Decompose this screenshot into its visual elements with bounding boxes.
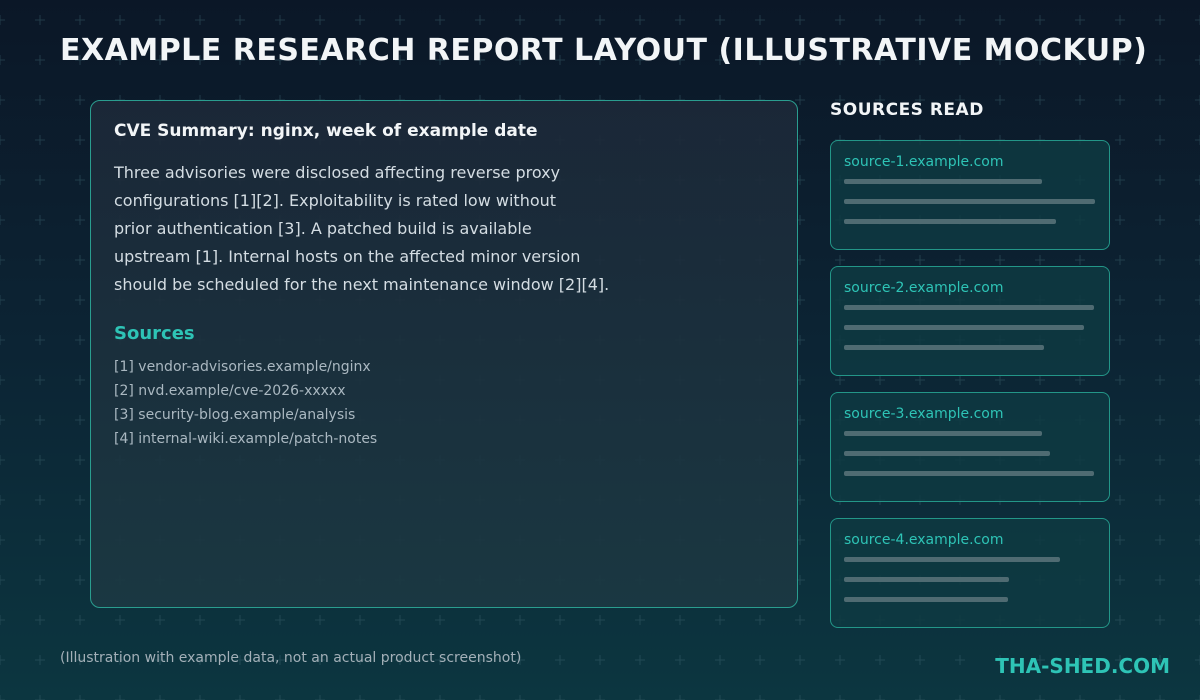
placeholder-text-line (844, 199, 1095, 204)
source-citation: [3] security-blog.example/analysis (114, 407, 356, 423)
source-citation: [2] nvd.example/cve-2026-xxxxx (114, 383, 346, 399)
source-card-title: source-4.example.com (844, 532, 1004, 548)
report-panel: CVE Summary: nginx, week of example date… (90, 100, 798, 608)
report-heading: CVE Summary: nginx, week of example date (114, 121, 538, 141)
placeholder-text-line (844, 597, 1008, 602)
source-card[interactable]: source-1.example.com (830, 140, 1110, 250)
placeholder-text-line (844, 179, 1042, 184)
placeholder-text-line (844, 431, 1042, 436)
source-card[interactable]: source-4.example.com (830, 518, 1110, 628)
sources-list: [1] vendor-advisories.example/nginx [2] … (114, 355, 377, 451)
source-card-title: source-3.example.com (844, 406, 1004, 422)
placeholder-text-line (844, 471, 1094, 476)
report-body: Three advisories were disclosed affectin… (114, 159, 609, 299)
source-card[interactable]: source-3.example.com (830, 392, 1110, 502)
placeholder-text-line (844, 325, 1084, 330)
brand-watermark: THA-SHED.COM (995, 654, 1170, 678)
page-title: EXAMPLE RESEARCH REPORT LAYOUT (ILLUSTRA… (60, 33, 1148, 68)
placeholder-text-line (844, 557, 1060, 562)
source-card[interactable]: source-2.example.com (830, 266, 1110, 376)
illustration-disclaimer: (Illustration with example data, not an … (60, 650, 522, 666)
source-citation: [1] vendor-advisories.example/nginx (114, 359, 371, 375)
placeholder-text-line (844, 451, 1050, 456)
report-body-line: Three advisories were disclosed affectin… (114, 163, 561, 182)
placeholder-text-line (844, 305, 1094, 310)
source-citation: [4] internal-wiki.example/patch-notes (114, 431, 378, 447)
placeholder-text-line (844, 345, 1044, 350)
report-body-line: should be scheduled for the next mainten… (114, 275, 610, 294)
placeholder-text-line (844, 577, 1009, 582)
sources-read-title: SOURCES READ (830, 100, 984, 120)
sources-heading: Sources (114, 323, 195, 344)
source-card-title: source-1.example.com (844, 154, 1004, 170)
placeholder-text-line (844, 219, 1056, 224)
report-body-line: prior authentication [3]. A patched buil… (114, 219, 532, 238)
report-body-line: configurations [1][2]. Exploitability is… (114, 191, 557, 210)
report-body-line: upstream [1]. Internal hosts on the affe… (114, 247, 581, 266)
source-card-title: source-2.example.com (844, 280, 1004, 296)
